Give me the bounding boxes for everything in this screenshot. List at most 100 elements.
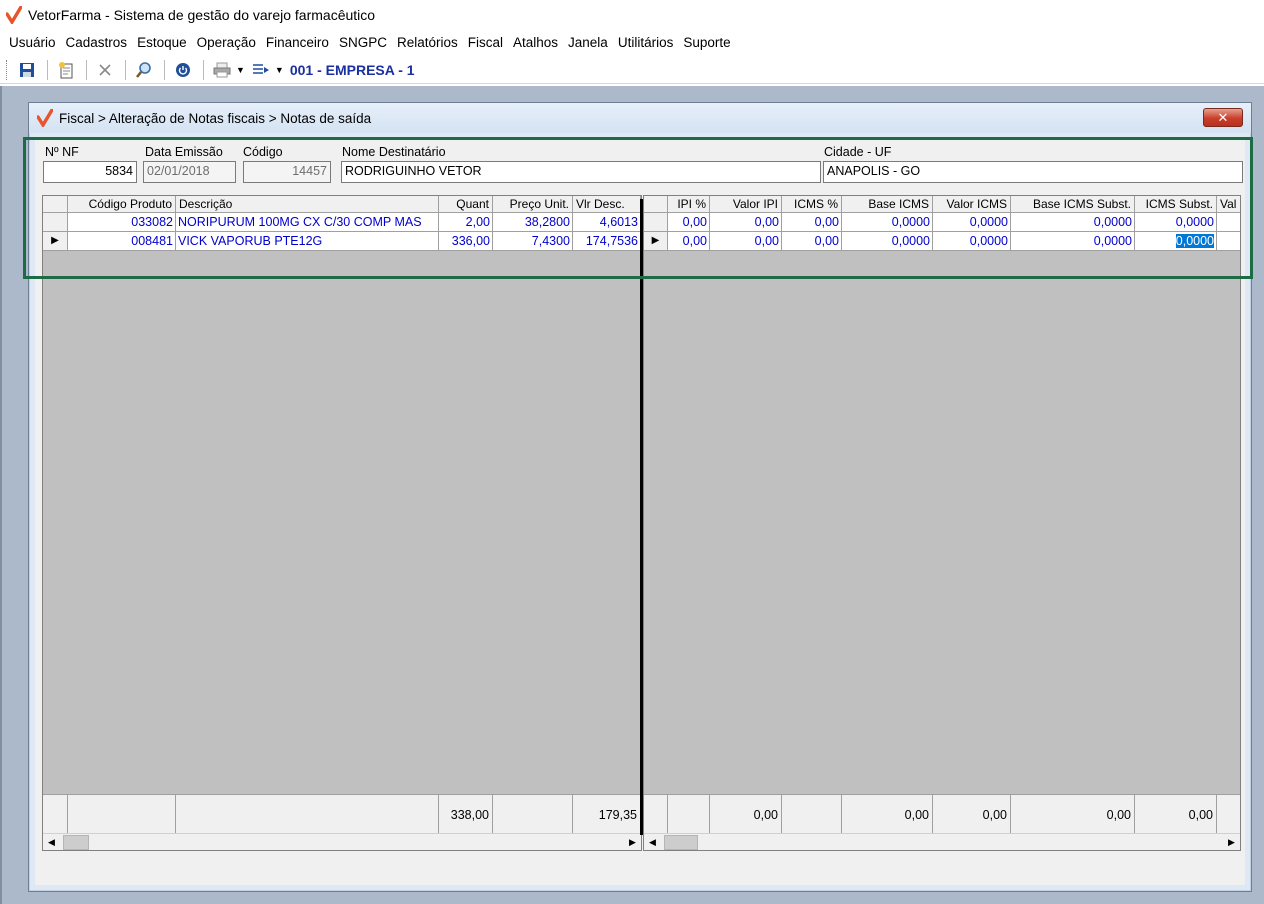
- menu-operacao[interactable]: Operação: [192, 35, 261, 50]
- cell-vlr-desc[interactable]: 174,7536: [573, 232, 641, 251]
- close-button[interactable]: ✕: [1203, 108, 1243, 127]
- column-header-icms-subst[interactable]: ICMS Subst.: [1135, 196, 1217, 213]
- column-header-ipi-pct[interactable]: IPI %: [668, 196, 710, 213]
- printer-dropdown-icon[interactable]: ▼: [236, 65, 245, 75]
- printer-icon[interactable]: [210, 59, 234, 81]
- cell-preco-unit[interactable]: 38,2800: [493, 213, 573, 232]
- cell-codigo-produto[interactable]: 008481: [68, 232, 176, 251]
- menu-relatorios[interactable]: Relatórios: [392, 35, 463, 50]
- delete-icon[interactable]: [93, 59, 117, 81]
- cell-codigo-produto[interactable]: 033082: [68, 213, 176, 232]
- column-header-valor-ipi[interactable]: Valor IPI: [710, 196, 782, 213]
- menu-financeiro[interactable]: Financeiro: [261, 35, 334, 50]
- menu-atalhos[interactable]: Atalhos: [508, 35, 563, 50]
- scroll-left-icon[interactable]: ◀: [43, 834, 60, 850]
- cell-valor-icms[interactable]: 0,0000: [933, 213, 1011, 232]
- cell-ipi-pct[interactable]: 0,00: [668, 213, 710, 232]
- toolbar: ▼ ▼ 001 - EMPRESA - 1: [0, 56, 1264, 84]
- save-icon[interactable]: [15, 59, 39, 81]
- column-header-base-icms-subst[interactable]: Base ICMS Subst.: [1011, 196, 1135, 213]
- horizontal-scrollbar-left[interactable]: ◀ ▶: [43, 833, 641, 850]
- column-header-icms-pct[interactable]: ICMS %: [782, 196, 842, 213]
- cell-val[interactable]: [1217, 232, 1240, 251]
- column-header-vlr-desc[interactable]: Vlr Desc.: [573, 196, 641, 213]
- cell-descricao[interactable]: VICK VAPORUB PTE12G: [176, 232, 439, 251]
- column-header-base-icms[interactable]: Base ICMS: [842, 196, 933, 213]
- cell-quant[interactable]: 2,00: [439, 213, 493, 232]
- footer-cell: [176, 794, 439, 834]
- scroll-right-icon[interactable]: ▶: [1223, 834, 1240, 850]
- cell-icms-pct[interactable]: 0,00: [782, 213, 842, 232]
- cell-val[interactable]: [1217, 213, 1240, 232]
- notas-saida-window: Fiscal > Alteração de Notas fiscais > No…: [23, 102, 1253, 892]
- table-row[interactable]: ▶ 008481 VICK VAPORUB PTE12G 336,00 7,43…: [43, 232, 641, 251]
- column-header-preco-unit[interactable]: Preço Unit.: [493, 196, 573, 213]
- menu-fiscal[interactable]: Fiscal: [463, 35, 508, 50]
- grid-splitter[interactable]: [640, 199, 643, 835]
- scroll-right-icon[interactable]: ▶: [624, 834, 641, 850]
- cell-base-icms-subst[interactable]: 0,0000: [1011, 232, 1135, 251]
- cell-base-icms[interactable]: 0,0000: [842, 232, 933, 251]
- table-row[interactable]: ▶ 0,00 0,00 0,00 0,0000 0,0000 0,0000 0,…: [644, 232, 1240, 251]
- horizontal-scrollbar-right[interactable]: ◀ ▶: [644, 833, 1240, 850]
- column-header-descricao[interactable]: Descrição: [176, 196, 439, 213]
- menu-cadastros[interactable]: Cadastros: [61, 35, 133, 50]
- items-grid-right[interactable]: IPI % Valor IPI ICMS % Base ICMS Valor I…: [643, 195, 1241, 851]
- cell-valor-ipi[interactable]: 0,00: [710, 213, 782, 232]
- app-titlebar: VetorFarma - Sistema de gestão do varejo…: [0, 0, 1264, 30]
- company-selector[interactable]: 001 - EMPRESA - 1: [290, 62, 415, 78]
- cell-valor-icms[interactable]: 0,0000: [933, 232, 1011, 251]
- column-header-val[interactable]: Val: [1217, 196, 1240, 213]
- scrollbar-thumb[interactable]: [664, 835, 698, 850]
- grid-header-left: Código Produto Descrição Quant Preço Uni…: [43, 196, 641, 213]
- column-header-valor-icms[interactable]: Valor ICMS: [933, 196, 1011, 213]
- total-base-icms: 0,00: [842, 794, 933, 834]
- vetorfarma-logo-icon: [6, 6, 22, 24]
- nf-number-field[interactable]: 5834: [43, 161, 137, 183]
- table-row[interactable]: 033082 NORIPURUM 100MG CX C/30 COMP MAS …: [43, 213, 641, 232]
- company-dropdown-icon[interactable]: ▼: [275, 65, 284, 75]
- child-window-titlebar[interactable]: Fiscal > Alteração de Notas fiscais > No…: [29, 103, 1251, 133]
- cell-vlr-desc[interactable]: 4,6013: [573, 213, 641, 232]
- cell-ipi-pct[interactable]: 0,00: [668, 232, 710, 251]
- column-header-codigo-produto[interactable]: Código Produto: [68, 196, 176, 213]
- current-row-indicator-icon[interactable]: ▶: [644, 232, 668, 251]
- cell-quant[interactable]: 336,00: [439, 232, 493, 251]
- menu-utilitarios[interactable]: Utilitários: [613, 35, 679, 50]
- toolbar-grip[interactable]: [6, 59, 9, 80]
- total-valor-ipi: 0,00: [710, 794, 782, 834]
- scrollbar-thumb[interactable]: [63, 835, 89, 850]
- footer-cell: [782, 794, 842, 834]
- cell-icms-subst[interactable]: 0,0000: [1135, 213, 1217, 232]
- cell-icms-subst-editing[interactable]: 0,0000: [1135, 232, 1217, 251]
- cell-base-icms[interactable]: 0,0000: [842, 213, 933, 232]
- table-row[interactable]: 0,00 0,00 0,00 0,0000 0,0000 0,0000 0,00…: [644, 213, 1240, 232]
- cell-base-icms-subst[interactable]: 0,0000: [1011, 213, 1135, 232]
- cell-preco-unit[interactable]: 7,4300: [493, 232, 573, 251]
- recipient-name-field[interactable]: RODRIGUINHO VETOR: [341, 161, 821, 183]
- row-indicator[interactable]: [644, 213, 668, 232]
- customer-code-field[interactable]: 14457: [243, 161, 331, 183]
- cell-descricao[interactable]: NORIPURUM 100MG CX C/30 COMP MAS: [176, 213, 439, 232]
- menu-janela[interactable]: Janela: [563, 35, 613, 50]
- cell-icms-pct[interactable]: 0,00: [782, 232, 842, 251]
- row-indicator[interactable]: [43, 213, 68, 232]
- issue-date-field[interactable]: 02/01/2018: [143, 161, 236, 183]
- selected-cell-text[interactable]: 0,0000: [1175, 234, 1214, 248]
- indicator-column-header: [43, 196, 68, 213]
- scroll-left-icon[interactable]: ◀: [644, 834, 661, 850]
- power-icon[interactable]: [171, 59, 195, 81]
- new-document-icon[interactable]: [54, 59, 78, 81]
- items-grid-left[interactable]: Código Produto Descrição Quant Preço Uni…: [42, 195, 642, 851]
- search-icon[interactable]: [132, 59, 156, 81]
- menu-sngpc[interactable]: SNGPC: [334, 35, 392, 50]
- menu-suporte[interactable]: Suporte: [678, 35, 735, 50]
- menu-estoque[interactable]: Estoque: [132, 35, 192, 50]
- current-row-indicator-icon[interactable]: ▶: [43, 232, 68, 251]
- city-uf-field[interactable]: ANAPOLIS - GO: [823, 161, 1243, 183]
- cell-valor-ipi[interactable]: 0,00: [710, 232, 782, 251]
- column-header-quant[interactable]: Quant: [439, 196, 493, 213]
- list-icon[interactable]: [249, 59, 273, 81]
- menu-usuario[interactable]: Usuário: [4, 35, 61, 50]
- recipient-name-label: Nome Destinatário: [342, 145, 446, 159]
